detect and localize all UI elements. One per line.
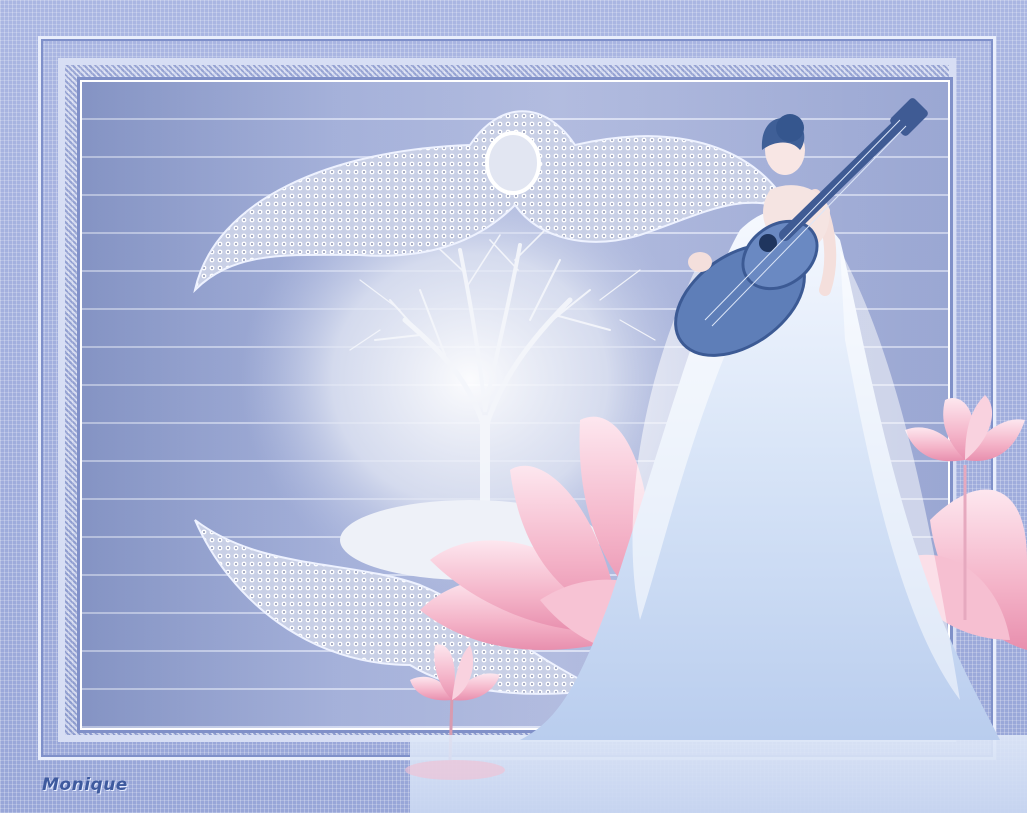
hand (688, 252, 712, 272)
jewel-center-stone (485, 131, 541, 195)
artist-signature: Monique (42, 775, 128, 795)
lotus-reflection (405, 760, 505, 780)
hair-bun (776, 114, 804, 142)
artwork-scene (193, 98, 1027, 813)
artwork-canvas: Monique (0, 0, 1027, 813)
water-reflection (410, 735, 1027, 813)
